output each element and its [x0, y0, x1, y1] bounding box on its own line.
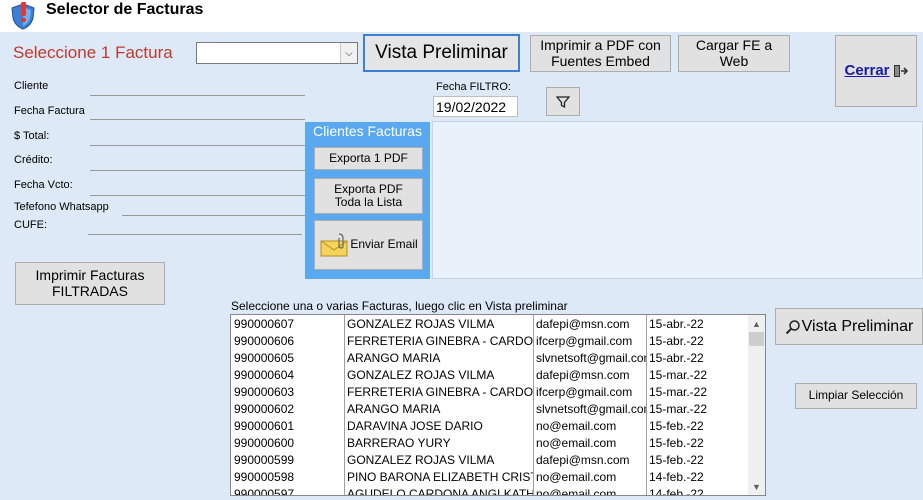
field-label-total: $ Total:	[14, 130, 50, 142]
select-invoice-label: Seleccione 1 Factura	[13, 43, 173, 62]
invoice-combo-value	[197, 45, 200, 59]
vista-preliminar-right-button[interactable]: Vista Preliminar	[775, 308, 923, 345]
filter-date-label: Fecha FILTRO:	[436, 81, 511, 93]
invoice-combo[interactable]: ⌵	[196, 42, 358, 64]
scroll-up-icon[interactable]: ▲	[748, 315, 765, 332]
filter-date-input[interactable]: 19/02/2022	[433, 96, 518, 117]
field-label-cliente: Cliente	[14, 80, 49, 92]
combo-arrow-icon[interactable]: ⌵	[340, 43, 357, 63]
exit-door-icon	[893, 65, 908, 77]
limpiar-seleccion-button[interactable]: Limpiar Selección	[795, 383, 917, 409]
cargar-fe-button[interactable]: Cargar FE a Web	[678, 35, 790, 72]
field-line-cufe	[88, 234, 302, 235]
field-label-credito: Crédito:	[14, 154, 53, 166]
filter-button[interactable]	[546, 87, 580, 116]
imprimir-filtradas-button[interactable]: Imprimir Facturas FILTRADAS	[15, 262, 165, 305]
field-line-total	[90, 145, 305, 146]
exporta-lista-button[interactable]: Exporta PDF Toda la Lista	[314, 178, 423, 214]
enviar-email-button[interactable]: Enviar Email	[314, 220, 423, 270]
funnel-icon	[556, 95, 570, 108]
vista-preliminar-top-button[interactable]: Vista Preliminar	[363, 34, 520, 72]
field-label-cufe: CUFE:	[14, 219, 47, 231]
field-label-fecha-vcto: Fecha Vcto:	[14, 179, 73, 191]
field-line-fecha-factura	[90, 119, 305, 120]
imprimir-pdf-button[interactable]: Imprimir a PDF con Fuentes Embed	[530, 35, 671, 72]
field-line-whatsapp	[122, 215, 305, 216]
field-label-fecha-factura: Fecha Factura	[14, 105, 85, 117]
list-caption: Seleccione una o varias Facturas, luego …	[231, 299, 568, 313]
title-bar: Selector de Facturas	[0, 0, 923, 32]
magnifier-icon	[785, 319, 800, 334]
invoice-list[interactable]: 990000607 GONZALEZ ROJAS VILMA dafepi@ms…	[230, 314, 766, 496]
cerrar-button[interactable]: Cerrar	[835, 35, 917, 107]
app-shield-icon	[11, 2, 35, 30]
exporta-1-pdf-button[interactable]: Exporta 1 PDF	[314, 147, 423, 170]
list-scrollbar[interactable]: ▲ ▼	[748, 315, 765, 495]
scroll-down-icon[interactable]: ▼	[748, 478, 765, 495]
field-line-fecha-vcto	[90, 195, 305, 196]
field-label-whatsapp: Tefefono Whatsapp	[14, 201, 109, 213]
envelope-icon	[320, 233, 348, 257]
field-line-credito	[90, 170, 305, 171]
details-panel	[432, 121, 923, 279]
clientes-facturas-title: Clientes Facturas	[313, 123, 422, 139]
field-line-cliente	[90, 95, 305, 96]
window-title: Selector de Facturas	[46, 1, 204, 18]
scroll-thumb[interactable]	[749, 332, 764, 346]
